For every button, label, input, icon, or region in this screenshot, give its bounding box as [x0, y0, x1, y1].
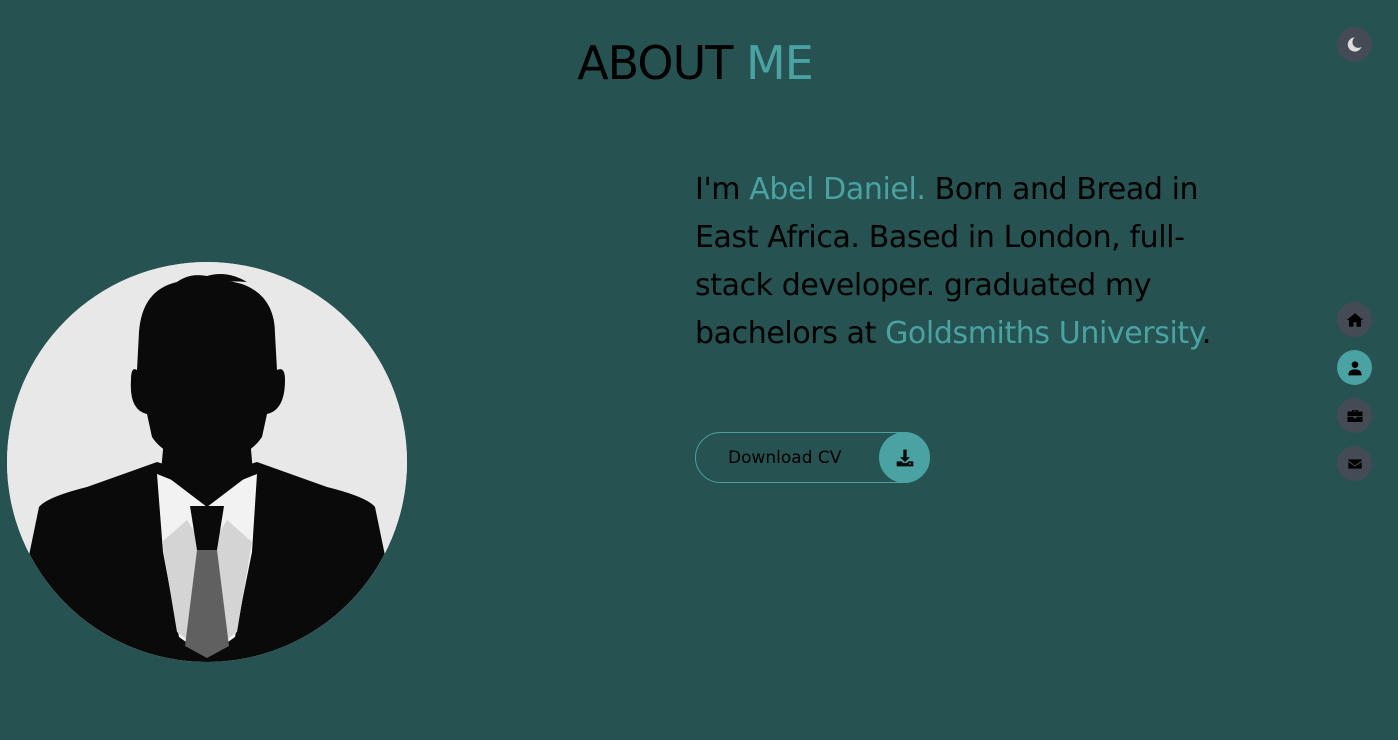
theme-toggle-button[interactable] — [1337, 27, 1372, 62]
user-icon — [1347, 360, 1362, 375]
person-silhouette-image — [7, 262, 407, 662]
briefcase-icon — [1347, 409, 1362, 422]
download-icon-button[interactable] — [879, 432, 930, 483]
download-icon — [896, 449, 913, 466]
bio-end: . — [1201, 316, 1212, 351]
download-cv-button[interactable]: Download CV — [695, 432, 930, 483]
bio-text: I'm Abel Daniel. Born and Bread in East … — [695, 166, 1255, 358]
envelope-icon — [1347, 458, 1362, 469]
moon-icon — [1347, 37, 1362, 52]
download-cv-label: Download CV — [728, 447, 842, 468]
bio-school: Goldsmiths University — [885, 316, 1202, 351]
nav-about-button[interactable] — [1337, 350, 1372, 385]
title-part-me: ME — [746, 36, 814, 90]
nav-contact-button[interactable] — [1337, 446, 1372, 481]
page-title: ABOUT ME — [0, 36, 1390, 90]
about-page: ABOUT ME I'm Abel Daniel. Born and Bread… — [0, 0, 1398, 740]
home-icon — [1346, 312, 1363, 327]
nav-portfolio-button[interactable] — [1337, 398, 1372, 433]
nav-home-button[interactable] — [1337, 302, 1372, 337]
bio-intro: I'm — [695, 172, 750, 207]
side-navigation — [1337, 302, 1372, 494]
title-part-about: ABOUT — [577, 36, 733, 90]
bio-name: Abel Daniel. — [749, 172, 926, 207]
profile-avatar — [7, 262, 407, 662]
